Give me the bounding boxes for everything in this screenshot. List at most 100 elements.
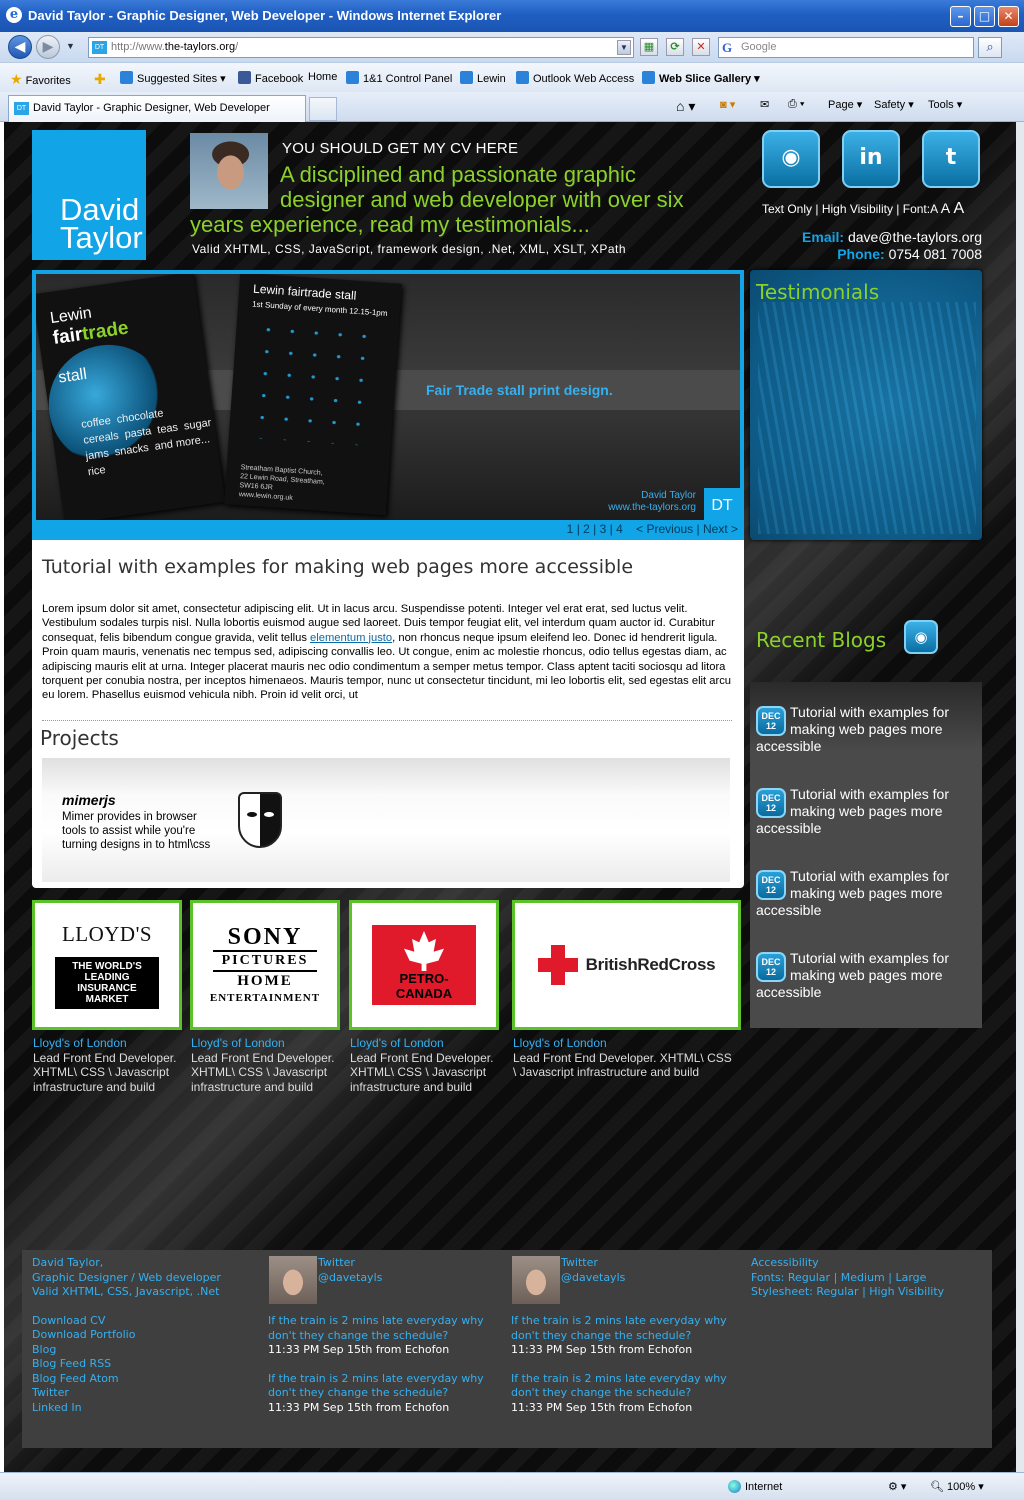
zoom-control[interactable]: 🔍︎ 100% ▾ [930,1480,984,1493]
page-link-3[interactable]: 3 [600,522,607,536]
font-small-link[interactable]: A [930,202,937,216]
search-input[interactable]: G Google [718,37,974,58]
footer-link-linkedin[interactable]: Linked In [32,1401,221,1416]
tab-current[interactable]: DT David Taylor - Graphic Designer, Web … [8,95,306,122]
maximize-button[interactable]: □ [974,6,995,27]
client-link[interactable]: Lloyd's of London [513,1036,735,1051]
protected-mode-icon[interactable]: ⚙ ▾ [888,1480,906,1493]
page-link-2[interactable]: 2 [583,522,590,536]
star-icon: ★ [10,71,23,87]
text-only-link[interactable]: Text Only [762,202,812,216]
article-link[interactable]: elementum justo [310,632,392,644]
favorite-facebook[interactable]: Facebook [238,71,303,85]
stylesheet-links[interactable]: Stylesheet: Regular | High Visibility [751,1285,944,1300]
slide-caption[interactable]: Fair Trade stall print design. [426,382,613,398]
tagline: A disciplined and passionate graphic des… [190,162,684,237]
page-link-1[interactable]: 1 [567,522,574,536]
page-link-4[interactable]: 4 [616,522,623,536]
address-dropdown-icon[interactable]: ▼ [617,40,631,55]
phone-number: 0754 081 7008 [888,246,982,262]
vertical-scrollbar[interactable] [1016,122,1024,1472]
twitter-handle[interactable]: @davetayls [561,1271,625,1286]
high-visibility-link[interactable]: High Visibility [822,202,893,216]
accessibility-title[interactable]: Accessibility [751,1256,944,1271]
client-link[interactable]: Lloyd's of London [350,1036,502,1051]
feeds-icon[interactable]: ◙ ▾ [720,98,735,111]
compatibility-view-icon[interactable]: ▦ [640,38,658,56]
window-titlebar: e David Taylor - Graphic Designer, Web D… [0,0,1024,32]
client-logo-petro-canada[interactable]: PETRO-CANADA [349,900,499,1030]
font-size-links[interactable]: Fonts: Regular | Medium | Large [751,1271,944,1286]
history-dropdown-icon[interactable]: ▼ [66,41,75,51]
favorite-suggested-sites[interactable]: Suggested Sites ▾ [120,71,226,85]
favorite-web-slice-gallery[interactable]: Web Slice Gallery ▾ [642,71,760,85]
client-caption: Lloyd's of London Lead Front End Develope… [33,1036,185,1094]
email-link[interactable]: dave@the-taylors.org [848,229,982,245]
cv-link[interactable]: YOU SHOULD GET MY CV HERE [282,140,518,157]
red-cross-icon [537,945,578,985]
article-body: Lorem ipsum dolor sit amet, consectetur … [42,603,732,702]
footer-link-blog[interactable]: Blog [32,1343,221,1358]
site-logo[interactable]: David Taylor [32,130,146,260]
new-tab-button[interactable] [309,97,337,121]
print-icon[interactable]: ⎙ ▾ [788,98,804,111]
footer-link-atom[interactable]: Blog Feed Atom [32,1372,221,1387]
previous-link[interactable]: < Previous [636,522,693,536]
security-zone[interactable]: Internet [728,1480,782,1493]
google-icon: G [722,40,733,55]
address-input[interactable]: DT http://www.the-taylors.org/ ▼ [88,37,634,58]
stop-icon[interactable]: ✕ [692,38,710,56]
footer-link-twitter[interactable]: Twitter [32,1386,221,1401]
footer-link-rss[interactable]: Blog Feed RSS [32,1357,221,1372]
refresh-icon[interactable]: ⟳ [666,38,684,56]
tools-menu[interactable]: Tools ▾ [928,98,962,111]
tweet-text[interactable]: If the train is 2 mins late everyday why… [511,1314,741,1343]
tweet-text[interactable]: If the train is 2 mins late everyday why… [268,1314,498,1343]
font-large-link[interactable]: A [953,200,964,217]
back-button[interactable]: ◀ [8,35,32,59]
article-title[interactable]: Tutorial with examples for making web pa… [42,556,633,578]
add-favorite-icon[interactable]: ✚ [94,71,109,88]
favorites-bar: ★ Favorites ✚ Suggested Sites ▾ Facebook … [0,62,1024,92]
favorite-control-panel[interactable]: 1&1 Control Panel [346,71,452,85]
blog-rss-icon[interactable]: ◉ [904,620,938,654]
page-menu[interactable]: Page ▾ [828,98,862,111]
client-link[interactable]: Lloyd's of London [191,1036,343,1051]
project-card[interactable]: mimerjs Mimer provides in browser tools … [42,758,730,882]
favorite-home[interactable]: Home [308,71,337,83]
footer-link-download-cv[interactable]: Download CV [32,1314,221,1329]
twitter-avatar [269,1256,317,1304]
minimize-button[interactable]: – [950,6,971,27]
client-logo-british-red-cross[interactable]: BritishRedCross [512,900,741,1030]
home-icon[interactable]: ⌂ ▾ [676,98,695,115]
blog-post[interactable]: DEC 12 Tutorial with examples for making … [756,704,978,755]
font-medium-link[interactable]: A [941,200,950,216]
blog-post[interactable]: DEC 12 Tutorial with examples for making … [756,868,978,919]
close-button[interactable]: ✕ [998,6,1019,27]
mail-icon[interactable]: ✉ [760,98,769,111]
facebook-icon [238,71,251,84]
favorites-button[interactable]: ★ Favorites [10,71,71,88]
blog-post[interactable]: DEC 12 Tutorial with examples for making … [756,786,978,837]
twitter-icon: t [945,145,957,170]
blog-post[interactable]: DEC 12 Tutorial with examples for making … [756,950,978,1001]
testimonials-title[interactable]: Testimonials [756,280,879,304]
rss-button[interactable]: ◉ [762,130,820,188]
tweet-text[interactable]: If the train is 2 mins late everyday why… [511,1372,741,1401]
footer-link-download-portfolio[interactable]: Download Portfolio [32,1328,221,1343]
linkedin-button[interactable]: in [842,130,900,188]
twitter-handle[interactable]: @davetayls [318,1271,382,1286]
client-link[interactable]: Lloyd's of London [33,1036,185,1051]
client-logo-sony[interactable]: SONY PICTURES HOME ENTERTAINMENT [190,900,340,1030]
next-link[interactable]: Next > [703,522,738,536]
search-button[interactable]: ⌕ [978,37,1002,58]
safety-menu[interactable]: Safety ▾ [874,98,914,111]
favorite-outlook[interactable]: Outlook Web Access [516,71,634,85]
forward-button[interactable]: ▶ [36,35,60,59]
twitter-label[interactable]: Twitter [561,1256,625,1271]
tweet-text[interactable]: If the train is 2 mins late everyday why… [268,1372,498,1401]
twitter-label[interactable]: Twitter [318,1256,382,1271]
favorite-lewin[interactable]: Lewin [460,71,506,85]
client-logo-lloyds[interactable]: LLOYD'S THE WORLD'S LEADING INSURANCE MA… [32,900,182,1030]
twitter-button[interactable]: t [922,130,980,188]
